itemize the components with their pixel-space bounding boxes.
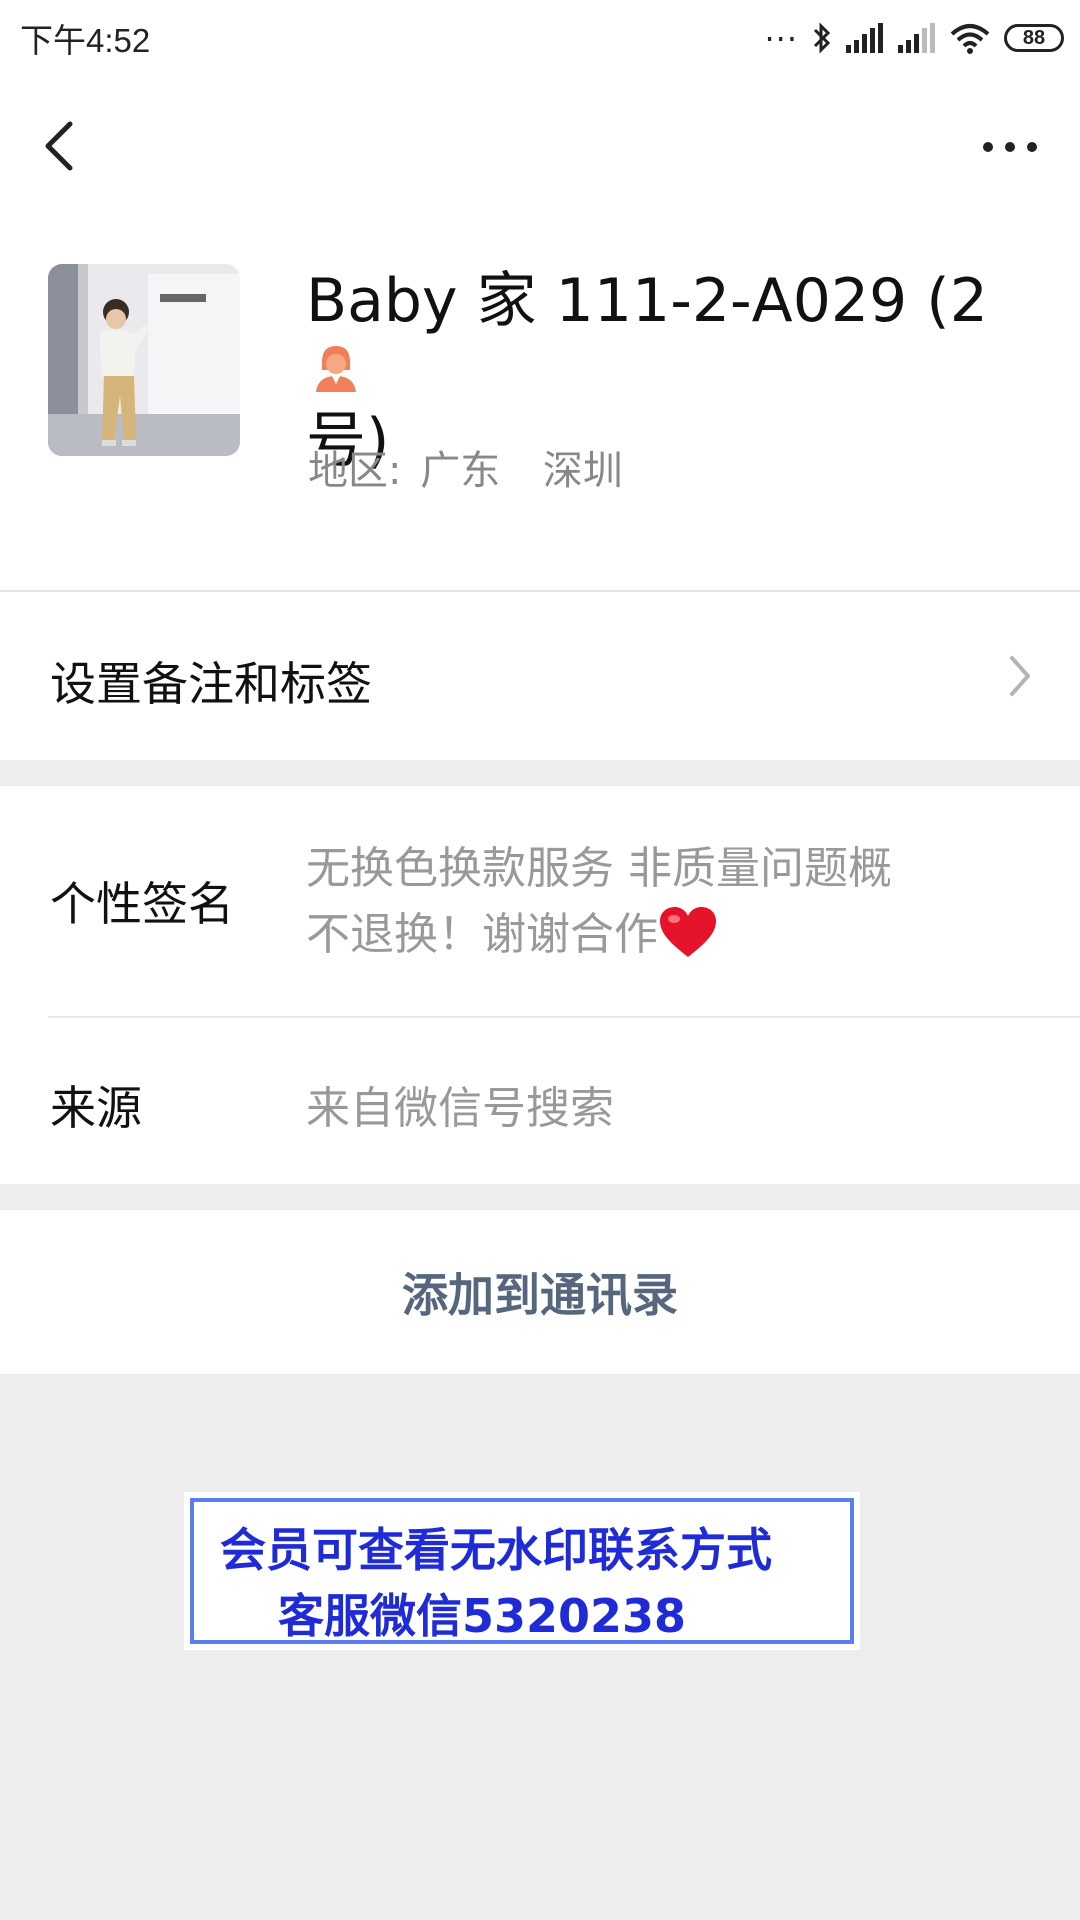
battery-icon: 88 [1004, 24, 1064, 52]
signature-value: 无换色换款服务 非质量问题概 不退换！谢谢合作 [306, 836, 1006, 968]
region-city: 深圳 [542, 448, 623, 494]
remark-tags-row[interactable]: 设置备注和标签 [0, 592, 1080, 760]
wifi-icon [950, 24, 990, 54]
signal-icon [846, 23, 883, 53]
avatar[interactable] [48, 264, 240, 456]
watermark-line1: 会员可查看无水印联系方式 [220, 1523, 772, 1577]
signal-weak-icon [898, 23, 935, 53]
female-person-icon [316, 346, 356, 393]
profile-name-line1: Baby 家 111-2-A029 (2 [306, 266, 988, 336]
add-to-contacts-button[interactable]: 添加到通讯录 [0, 1210, 1080, 1374]
watermark-box: 会员可查看无水印联系方式 客服微信5320238 [190, 1498, 854, 1644]
avatar-photo [48, 264, 240, 456]
source-value: 来自微信号搜索 [306, 1083, 614, 1134]
add-contact-section: 添加到通讯录 [0, 1210, 1080, 1374]
battery-level: 88 [1022, 26, 1046, 49]
watermark-line2: 客服微信5320238 [278, 1589, 687, 1643]
status-time: 下午4:52 [20, 22, 151, 59]
signature-label: 个性签名 [50, 877, 234, 931]
heart-icon [660, 907, 716, 957]
nav-bar [0, 76, 1080, 216]
divider [48, 1016, 1080, 1018]
chevron-right-icon [1010, 656, 1030, 696]
more-dots-icon[interactable] [980, 132, 1040, 162]
chevron-left-icon[interactable] [40, 116, 80, 176]
region-label: 地区: [308, 448, 402, 494]
bluetooth-icon [813, 22, 831, 54]
status-icons: ... 88 [764, 14, 1064, 58]
signature-line1: 无换色换款服务 非质量问题概 [306, 843, 892, 894]
profile-header: Baby 家 111-2-A029 (2 号) 地区: 广东 深圳 [0, 216, 1080, 590]
remark-tags-label: 设置备注和标签 [50, 657, 372, 711]
source-label: 来源 [50, 1081, 142, 1135]
profile-region: 地区: 广东 深圳 [308, 438, 623, 496]
watermark-banner: 会员可查看无水印联系方式 客服微信5320238 [184, 1492, 860, 1650]
region-province: 广东 [420, 448, 501, 494]
signature-line2: 不退换！谢谢合作 [306, 909, 658, 960]
notification-dots: ... [764, 11, 798, 49]
status-bar: 下午4:52 ... 88 [0, 0, 1080, 76]
info-section: 个性签名 无换色换款服务 非质量问题概 不退换！谢谢合作 来源 来自微信号搜索 [0, 786, 1080, 1184]
